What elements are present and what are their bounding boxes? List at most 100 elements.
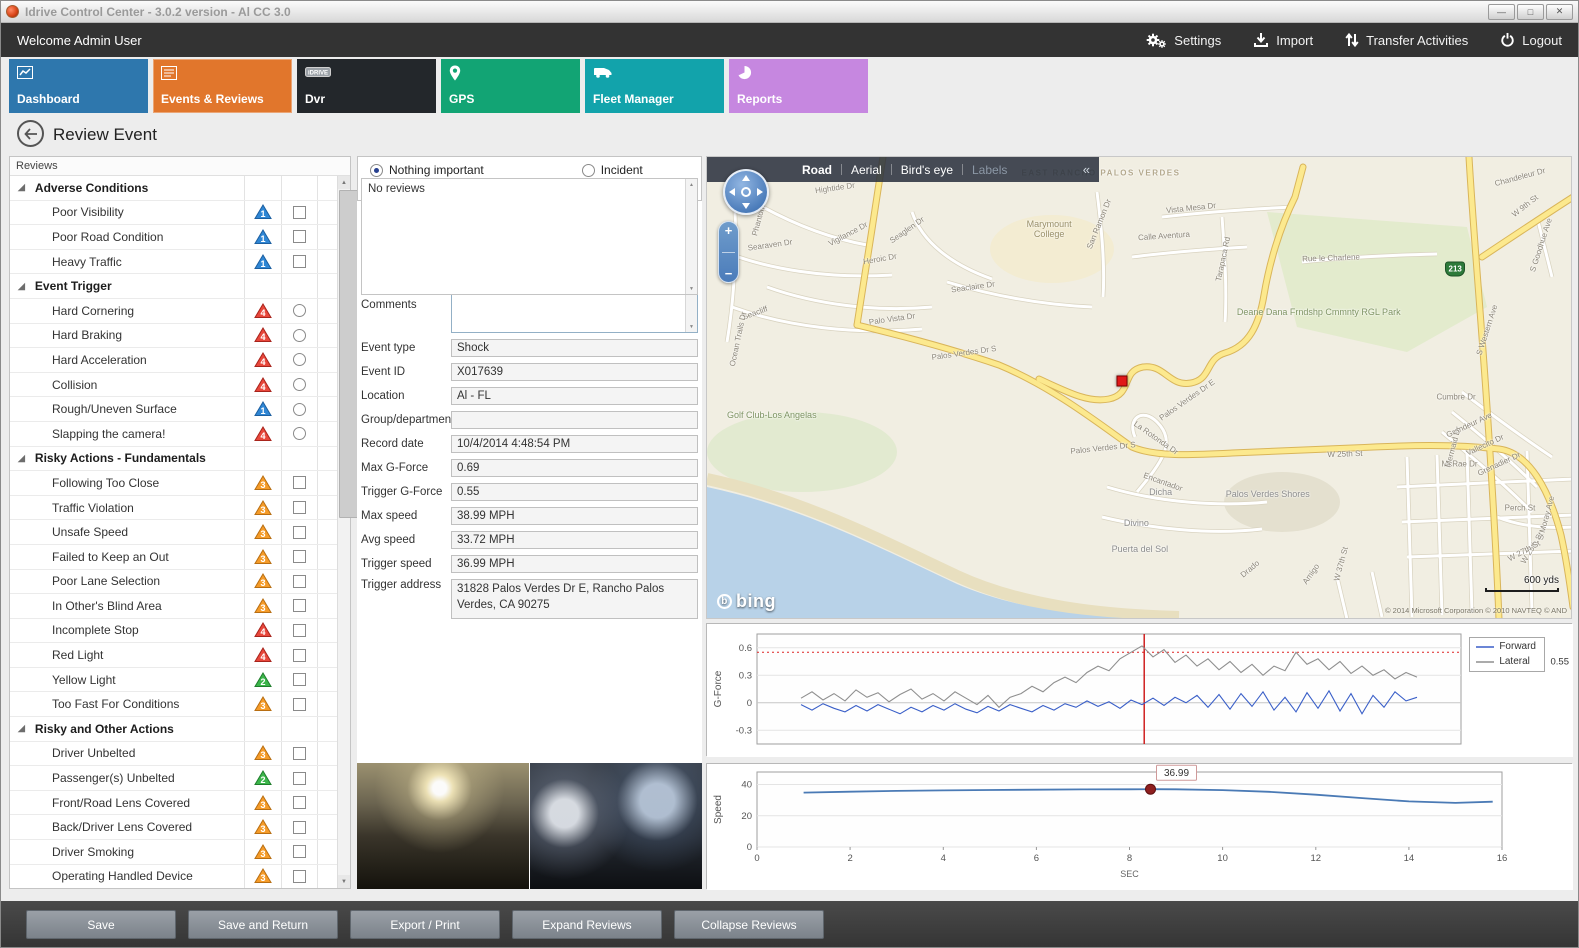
review-item-row[interactable]: Collision4	[10, 373, 338, 398]
review-item-checkbox[interactable]	[293, 476, 306, 489]
review-item-radio[interactable]	[293, 329, 306, 342]
review-group-row[interactable]: ◢Risky and Other Actions	[10, 717, 338, 742]
export-print-button[interactable]: Export / Print	[350, 910, 500, 939]
review-item-radio[interactable]	[293, 378, 306, 391]
logout-button[interactable]: Logout	[1500, 32, 1562, 48]
review-item-row[interactable]: Too Fast For Conditions3	[10, 692, 338, 717]
review-item-row[interactable]: Hard Acceleration4	[10, 348, 338, 373]
review-item-row[interactable]: Yellow Light2	[10, 668, 338, 693]
tab-events-reviews[interactable]: Events & Reviews	[153, 59, 292, 113]
maximize-button[interactable]: □	[1517, 4, 1544, 20]
tab-dvr[interactable]: iDRIVEDvr	[297, 59, 436, 113]
review-item-row[interactable]: Poor Road Condition1	[10, 225, 338, 250]
zoom-in-button[interactable]: +	[725, 224, 733, 237]
review-item-row[interactable]: Hard Braking4	[10, 324, 338, 349]
save-button[interactable]: Save	[26, 910, 176, 939]
tab-dashboard[interactable]: Dashboard	[9, 59, 148, 113]
map-panel[interactable]: EAST RANCHO PALOS VERDESMarymount Colleg…	[706, 156, 1572, 619]
map-view-aerial-button[interactable]: Aerial	[842, 163, 891, 177]
review-group-row[interactable]: ◢Risky Actions - Fundamentals	[10, 447, 338, 472]
minimize-button[interactable]: —	[1488, 4, 1515, 20]
review-item-checkbox[interactable]	[293, 230, 306, 243]
review-item-row[interactable]: Poor Lane Selection3	[10, 570, 338, 595]
review-item-row[interactable]: In Other's Blind Area3	[10, 594, 338, 619]
import-button[interactable]: Import	[1253, 32, 1313, 48]
review-group-row[interactable]: ◢Event Trigger	[10, 274, 338, 299]
collapse-expander-icon[interactable]: ◢	[18, 281, 25, 292]
save-and-return-button[interactable]: Save and Return	[188, 910, 338, 939]
review-item-checkbox[interactable]	[293, 796, 306, 809]
review-item-row[interactable]: Front/Road Lens Covered3	[10, 791, 338, 816]
tab-fleet-manager[interactable]: Fleet Manager	[585, 59, 724, 113]
review-item-row[interactable]: Red Light4	[10, 643, 338, 668]
collapse-reviews-button[interactable]: Collapse Reviews	[674, 910, 824, 939]
map-toolbar-collapse-button[interactable]: «	[1083, 162, 1099, 177]
review-item-checkbox[interactable]	[293, 550, 306, 563]
map-view-road-button[interactable]: Road	[793, 163, 841, 177]
review-item-checkbox[interactable]	[293, 501, 306, 514]
review-item-row[interactable]: Heavy Traffic1	[10, 250, 338, 275]
review-item-checkbox[interactable]	[293, 870, 306, 883]
review-item-checkbox[interactable]	[293, 649, 306, 662]
nothing-important-radio[interactable]	[370, 164, 383, 177]
close-button[interactable]: ✕	[1546, 4, 1573, 20]
review-item-checkbox[interactable]	[293, 624, 306, 637]
front-camera-thumbnail[interactable]	[357, 763, 529, 889]
review-item-row[interactable]: Incomplete Stop4	[10, 619, 338, 644]
tab-gps[interactable]: GPS	[441, 59, 580, 113]
tab-reports[interactable]: Reports	[729, 59, 868, 113]
reviews-scrollbar[interactable]: ▲ ▼	[337, 176, 350, 888]
review-item-checkbox[interactable]	[293, 673, 306, 686]
review-item-checkbox[interactable]	[293, 845, 306, 858]
review-item-row[interactable]: Following Too Close3	[10, 471, 338, 496]
review-item-row[interactable]: Unsafe Speed3	[10, 520, 338, 545]
scroll-down-icon[interactable]: ▼	[338, 875, 350, 888]
review-item-row[interactable]: Hard Cornering4	[10, 299, 338, 324]
map-zoom-control[interactable]: + −	[718, 221, 739, 283]
review-item-checkbox[interactable]	[293, 206, 306, 219]
review-group-row[interactable]: ◢Adverse Conditions	[10, 176, 338, 201]
scroll-down-icon[interactable]: ▼	[686, 321, 697, 332]
expand-reviews-button[interactable]: Expand Reviews	[512, 910, 662, 939]
driver-camera-thumbnail[interactable]	[530, 763, 702, 889]
back-button[interactable]	[17, 120, 44, 147]
event-location-marker[interactable]	[1116, 375, 1127, 386]
review-item-row[interactable]: Driver Unbelted3	[10, 742, 338, 767]
collapse-expander-icon[interactable]: ◢	[18, 453, 25, 464]
review-item-radio[interactable]	[293, 304, 306, 317]
review-item-checkbox[interactable]	[293, 772, 306, 785]
review-item-checkbox[interactable]	[293, 821, 306, 834]
settings-button[interactable]: Settings	[1146, 32, 1221, 49]
scroll-down-icon[interactable]: ▼	[686, 283, 697, 294]
review-item-checkbox[interactable]	[293, 599, 306, 612]
map-view-bird-s-eye-button[interactable]: Bird's eye	[892, 163, 962, 177]
review-item-radio[interactable]	[293, 403, 306, 416]
review-item-row[interactable]: Operating Handled Device3	[10, 865, 338, 888]
review-item-radio[interactable]	[293, 353, 306, 366]
review-item-row[interactable]: Back/Driver Lens Covered3	[10, 815, 338, 840]
review-item-checkbox[interactable]	[293, 747, 306, 760]
zoom-out-button[interactable]: −	[725, 267, 733, 280]
review-item-radio[interactable]	[293, 427, 306, 440]
review-item-row[interactable]: Rough/Uneven Surface1	[10, 397, 338, 422]
review-item-row[interactable]: Driver Smoking3	[10, 840, 338, 865]
review-item-row[interactable]: Failed to Keep an Out3	[10, 545, 338, 570]
collapse-expander-icon[interactable]: ◢	[18, 182, 25, 193]
map-pan-control[interactable]	[723, 169, 769, 215]
history-scrollbar[interactable]: ▲ ▼	[685, 179, 697, 294]
incident-radio[interactable]	[582, 164, 595, 177]
scroll-up-icon[interactable]: ▲	[338, 176, 350, 189]
transfer-activities-button[interactable]: Transfer Activities	[1345, 32, 1468, 48]
review-item-checkbox[interactable]	[293, 698, 306, 711]
review-item-checkbox[interactable]	[293, 575, 306, 588]
map-view-labels-button[interactable]: Labels	[963, 163, 1016, 177]
review-item-row[interactable]: Slapping the camera!4	[10, 422, 338, 447]
review-item-row[interactable]: Poor Visibility1	[10, 201, 338, 226]
review-item-checkbox[interactable]	[293, 255, 306, 268]
review-item-row[interactable]: Passenger(s) Unbelted2	[10, 766, 338, 791]
reviews-history-list[interactable]: No reviews ▲ ▼	[361, 178, 698, 295]
review-item-checkbox[interactable]	[293, 526, 306, 539]
review-item-row[interactable]: Traffic Violation3	[10, 496, 338, 521]
collapse-expander-icon[interactable]: ◢	[18, 723, 25, 734]
scroll-up-icon[interactable]: ▲	[686, 179, 697, 190]
